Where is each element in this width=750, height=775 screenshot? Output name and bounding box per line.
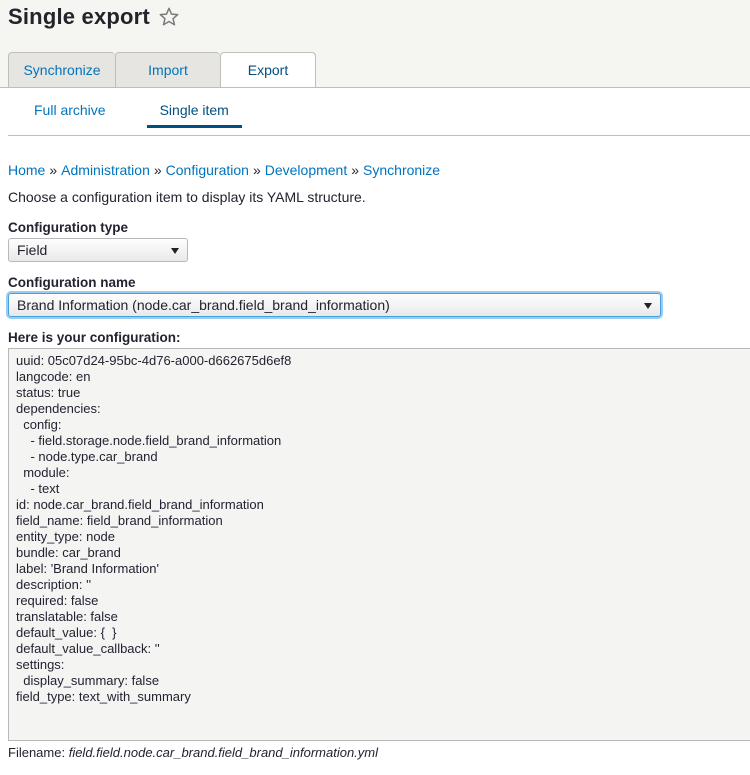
breadcrumb-separator: »	[252, 162, 261, 178]
yaml-line: description: ''	[16, 577, 92, 592]
breadcrumb-development[interactable]: Development	[265, 162, 348, 178]
yaml-line: config:	[16, 417, 62, 432]
tab-synchronize[interactable]: Synchronize	[8, 52, 115, 87]
yaml-line: field_name: field_brand_information	[16, 513, 223, 528]
yaml-line: dependencies:	[16, 401, 101, 416]
title-row: Single export	[8, 4, 180, 30]
yaml-line: module:	[16, 465, 70, 480]
breadcrumb-administration[interactable]: Administration	[61, 162, 150, 178]
yaml-line: required: false	[16, 593, 99, 608]
yaml-line: settings:	[16, 657, 65, 672]
yaml-line: - node.type.car_brand	[16, 449, 158, 464]
yaml-line: bundle: car_brand	[16, 545, 121, 560]
filename-label: Filename:	[8, 745, 66, 760]
breadcrumb: Home» Administration» Configuration» Develo…	[8, 162, 440, 178]
config-type-label: Configuration type	[8, 220, 128, 235]
config-name-value: Brand Information (node.car_brand.field_…	[17, 297, 390, 313]
tab-import[interactable]: Import	[115, 52, 220, 87]
yaml-line: label: 'Brand Information'	[16, 561, 159, 576]
breadcrumb-separator: »	[49, 162, 58, 178]
page-header: Single export Synchronize Import Export …	[0, 0, 750, 135]
config-textarea[interactable]: uuid: 05c07d24-95bc-4d76-a000-d662675d6e…	[8, 348, 750, 741]
config-type-value: Field	[17, 242, 48, 258]
primary-tabs: Synchronize Import Export	[8, 52, 316, 88]
output-label: Here is your configuration:	[8, 330, 181, 345]
breadcrumb-home[interactable]: Home	[8, 162, 45, 178]
config-type-select[interactable]: Field	[8, 238, 188, 262]
page-title: Single export	[8, 4, 150, 29]
filename: Filename: field.field.node.car_brand.fie…	[8, 745, 378, 760]
intro-text: Choose a configuration item to display i…	[8, 189, 366, 205]
tab-full-archive[interactable]: Full archive	[34, 102, 106, 128]
breadcrumb-synchronize[interactable]: Synchronize	[363, 162, 440, 178]
star-icon[interactable]	[158, 6, 180, 28]
yaml-line: field_type: text_with_summary	[16, 689, 191, 704]
yaml-line: status: true	[16, 385, 81, 400]
yaml-line: id: node.car_brand.field_brand_informati…	[16, 497, 264, 512]
yaml-line: uuid: 05c07d24-95bc-4d76-a000-d662675d6e…	[16, 353, 292, 368]
yaml-line: - text	[16, 481, 60, 496]
config-name-label: Configuration name	[8, 275, 136, 290]
yaml-line: - field.storage.node.field_brand_informa…	[16, 433, 282, 448]
tab-single-item[interactable]: Single item	[146, 102, 242, 128]
yaml-line: translatable: false	[16, 609, 118, 624]
chevron-down-icon	[171, 248, 179, 254]
yaml-line: entity_type: node	[16, 529, 116, 544]
breadcrumb-separator: »	[153, 162, 162, 178]
secondary-tabs-divider	[8, 135, 750, 136]
filename-value: field.field.node.car_brand.field_brand_i…	[68, 745, 378, 760]
config-name-select[interactable]: Brand Information (node.car_brand.field_…	[8, 293, 661, 317]
yaml-line: default_value_callback: ''	[16, 641, 160, 656]
tab-export[interactable]: Export	[220, 52, 316, 88]
yaml-line: langcode: en	[16, 369, 91, 384]
yaml-line: display_summary: false	[16, 673, 160, 688]
breadcrumb-configuration[interactable]: Configuration	[166, 162, 249, 178]
secondary-tabs: Full archive Single item	[8, 102, 242, 128]
chevron-down-icon	[644, 303, 652, 309]
breadcrumb-separator: »	[351, 162, 360, 178]
yaml-line: default_value: { }	[16, 625, 117, 640]
